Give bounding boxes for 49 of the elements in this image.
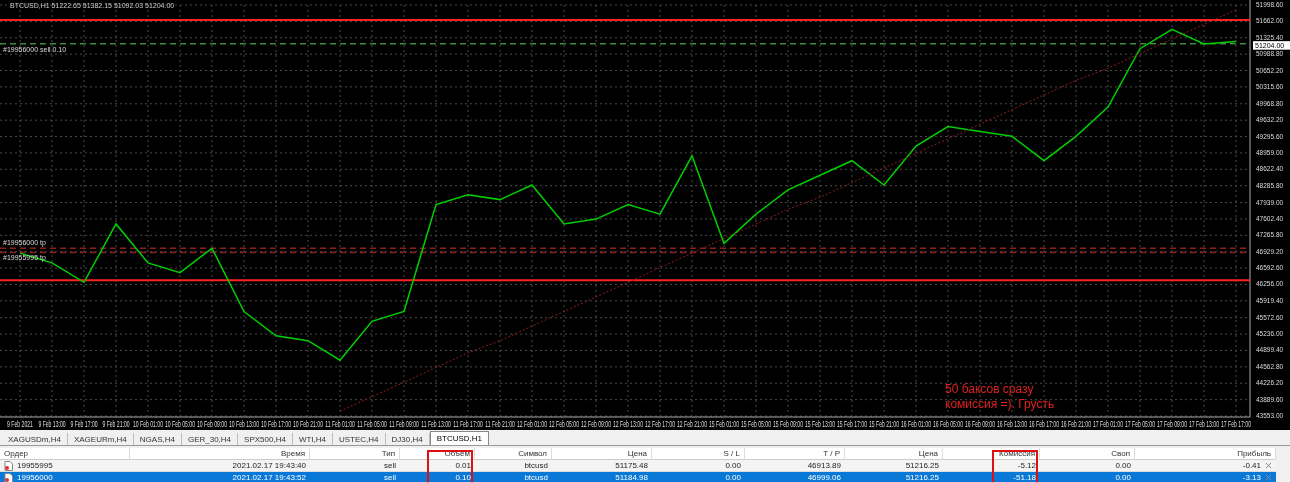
column-header[interactable]: S / L bbox=[723, 449, 740, 458]
chart-tab[interactable]: WTI,H4 bbox=[292, 433, 333, 445]
table-cell: 0.01 bbox=[455, 461, 471, 470]
profit-value: -3.13 bbox=[1242, 473, 1261, 482]
chart-tab[interactable]: NGAS,H4 bbox=[133, 433, 182, 445]
column-header[interactable]: Цена bbox=[627, 449, 647, 458]
table-cell: sell bbox=[384, 461, 396, 470]
chart-tab[interactable]: XAGEURm,H4 bbox=[67, 433, 134, 445]
column-header[interactable]: Комиссия bbox=[999, 449, 1035, 458]
column-header[interactable]: Символ bbox=[518, 449, 547, 458]
chart-tab[interactable]: BTCUSD,H1 bbox=[429, 431, 490, 445]
column-header[interactable]: Прибыль bbox=[1237, 449, 1271, 458]
chart-tab[interactable]: DJ30,H4 bbox=[385, 433, 430, 445]
table-cell: 51216.25 bbox=[905, 473, 939, 482]
table-cell: 0.10 bbox=[455, 473, 471, 482]
table-cell: 2021.02.17 19:43:52 bbox=[232, 473, 306, 482]
table-cell: 51184.98 bbox=[615, 473, 648, 482]
table-cell: 51216.25 bbox=[905, 461, 939, 470]
table-cell: 0.00 bbox=[725, 461, 741, 470]
column-header[interactable]: Время bbox=[280, 449, 305, 458]
column-header[interactable]: Своп bbox=[1111, 449, 1130, 458]
chart-tab[interactable]: SPX500,H4 bbox=[238, 433, 293, 445]
table-cell: -5.12 bbox=[1017, 461, 1036, 470]
table-cell: btcusd bbox=[524, 461, 548, 470]
order-number: 19955995 bbox=[17, 461, 53, 470]
column-header[interactable]: Тип bbox=[381, 449, 395, 458]
table-cell: -51.18 bbox=[1013, 473, 1036, 482]
table-cell: 0.00 bbox=[1115, 461, 1131, 470]
profit-value: -0.41 bbox=[1242, 461, 1261, 470]
column-header[interactable]: T / P bbox=[823, 449, 840, 458]
table-cell: 46913.89 bbox=[807, 461, 841, 470]
order-number: 19956000 bbox=[17, 473, 53, 482]
order-row-background[interactable]: 19955995 bbox=[0, 460, 130, 472]
table-cell: 46999.06 bbox=[807, 473, 841, 482]
chart-tab[interactable]: XAGUSDm,H4 bbox=[2, 433, 68, 445]
table-cell: 0.00 bbox=[1115, 473, 1131, 482]
order-row-background[interactable]: 19956000 bbox=[0, 472, 130, 482]
table-cell: btcusd bbox=[524, 473, 548, 482]
column-header[interactable]: Цена bbox=[918, 449, 938, 458]
table-cell: 51175.48 bbox=[615, 461, 648, 470]
annotation-note: 50 баксов сразу комиссия =). Грусть bbox=[945, 382, 1055, 412]
chart-tab[interactable]: USTEC,H4 bbox=[333, 433, 386, 445]
table-cell: sell bbox=[384, 473, 396, 482]
table-cell: 2021.02.17 19:43:40 bbox=[232, 461, 306, 470]
table-cell: 0.00 bbox=[725, 473, 741, 482]
order-icon bbox=[4, 472, 13, 482]
chart-tab[interactable]: GER_30,H4 bbox=[181, 433, 239, 445]
column-header[interactable]: Ордер bbox=[4, 449, 29, 458]
close-icon[interactable] bbox=[1265, 462, 1272, 469]
